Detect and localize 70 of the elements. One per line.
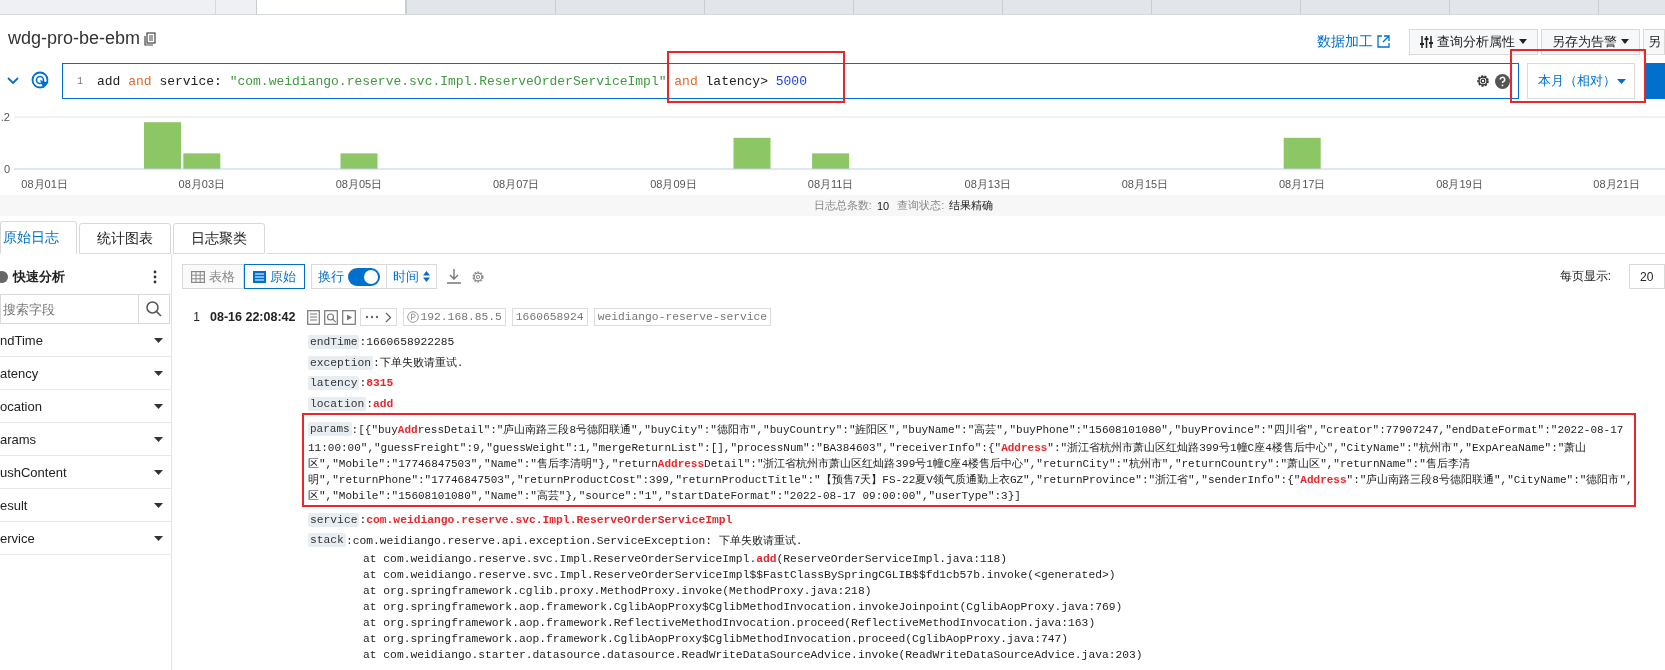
field-value: :com.weidiango.reserve.api.exception.ServiceException: 下单失败请重试. xyxy=(345,533,803,548)
view-button[interactable]: 表格 xyxy=(182,264,244,289)
axis-label: 08月03日 xyxy=(178,178,226,190)
axis-label: 08月07日 xyxy=(492,178,540,190)
page-size-field[interactable]: 20 xyxy=(1629,264,1665,289)
field-search-input[interactable]: 搜索字段 xyxy=(0,294,138,324)
axis-label: 08月09日 xyxy=(650,178,697,190)
field-item[interactable]: ocation xyxy=(0,398,42,414)
log-tag: weidiango-reserve-service xyxy=(593,308,772,326)
field-item[interactable]: ushContent xyxy=(0,464,67,480)
field-value: :8315 xyxy=(359,377,394,390)
axis-label: 08月11日 xyxy=(807,178,854,190)
header-button[interactable]: 另 xyxy=(1643,28,1665,55)
stack-trace-line: at org.springframework.aop.framework.CglibAopProxy$CglibMethodInvocation.invokeJoinpoint(CglibAopProxy.java:769) xyxy=(362,599,1124,615)
header-button[interactable]: 另存为告警 xyxy=(1541,28,1640,55)
field-value: 11:00:00","guessFreight":9,"guessWeight":1,"mergeReturnList":[],"processNum":"BA384603","receiverInfo":{"Address":"浙江省杭州市萧山区红灿路399号1幢C座4楼售后中心","CityName":"杭州市","ExpAreaName":"萧山 xyxy=(308,440,1588,456)
axis-label: 08月01日 xyxy=(21,178,68,190)
summary-value: 结果精确 xyxy=(949,198,994,213)
log-time: 08-16 22:08:42 xyxy=(210,310,296,324)
time-range-dropdown[interactable]: 本月（相对） xyxy=(1527,63,1635,99)
axis-label: 08月17日 xyxy=(1278,178,1326,190)
row-number: 1 xyxy=(192,310,200,324)
field-item[interactable]: esult xyxy=(0,497,28,513)
axis-label: 08月21日 xyxy=(1593,178,1640,190)
axis-label: .2 xyxy=(0,111,10,123)
field-item[interactable]: ervice xyxy=(0,530,35,546)
field-key: latency xyxy=(308,376,360,391)
field-item[interactable]: atency xyxy=(0,365,39,381)
result-tab[interactable]: 日志聚类 xyxy=(173,223,265,254)
field-value: 区","Mobile":"15608101080","Name":"高芸"},"source":"1","startDateFormat":"2022-08-17 09:00:00","userType":3}] xyxy=(308,488,1022,504)
panel-title: 快速分析 xyxy=(13,268,65,286)
data-processing-link[interactable]: 数据加工 xyxy=(1317,32,1373,51)
field-key: endTime xyxy=(308,335,360,350)
summary-label: 查询状态: xyxy=(897,198,945,213)
header-button[interactable]: 查询分析属性 xyxy=(1409,28,1538,55)
result-tab[interactable]: 原始日志 xyxy=(0,221,77,254)
summary-value: 10 xyxy=(876,199,890,212)
field-value: :1660658922285 xyxy=(359,336,455,349)
stack-trace-line: at com.weidiango.starter.datasource.datasource.ReadWriteDataSourceAdvice.invoke(ReadWriteDataSourceAdvice.java:203) xyxy=(362,647,1144,663)
axis-label: 0 xyxy=(3,163,10,175)
field-value: 明","returnPhone":"17746847503","returnProductCost":399,"returnProductTitle":"【预售7天】FS-22夏V领气质通勤上衣GZ","returnProvince":"浙江省","senderInfo":{"Address":"庐山南路三段8号德阳联通","CityName":"德阳市", xyxy=(308,472,1634,488)
field-key: params xyxy=(308,422,352,437)
field-value: :[{"buyAddressDetail":"庐山南路三段8号德阳联通","buyCity":"德阳市","buyCountry":"旌阳区","buyName":"高芸","buyPhone":"15608101080","buyProvince":"四川省","creator":77907247,"endDateFormat":"2022-08-17 xyxy=(351,422,1624,437)
log-tag: 1660658924 xyxy=(511,308,588,326)
axis-label: 08月13日 xyxy=(964,178,1012,190)
project-title: wdg-pro-be-ebm xyxy=(8,28,141,49)
stack-trace-line: at org.springframework.aop.framework.ReflectiveMethodInvocation.proceed(ReflectiveMethodInvocation.java:163) xyxy=(362,615,1097,631)
stack-trace-line: at com.weidiango.reserve.svc.Impl.ReserveOrderServiceImpl$$FastClassBySpringCGLIB$$fd1cb57b.invoke(<generated>) xyxy=(362,567,1117,583)
field-key: location xyxy=(308,396,367,411)
axis-label: 08月19日 xyxy=(1436,178,1483,190)
field-item[interactable]: arams xyxy=(0,431,37,447)
field-value: :下单失败请重试. xyxy=(373,356,464,371)
axis-label: 08月15日 xyxy=(1121,178,1169,190)
log-tag: 192.168.85.5 xyxy=(403,308,506,326)
stack-trace-line: at org.springframework.aop.framework.CglibAopProxy$CglibMethodInvocation.proceed(CglibAopProxy.java:747) xyxy=(362,631,1070,647)
field-value: 区","Mobile":"17746847503","Name":"售后李清明"},"returnAddressDetail":"浙江省杭州市萧山区红灿路399号1幢C座4楼售后中心","returnCity":"杭州市","returnCountry":"萧山区","returnName":"售后李清 xyxy=(308,456,1471,472)
result-tab[interactable]: 统计图表 xyxy=(79,223,171,254)
summary-label: 日志总条数: xyxy=(813,198,872,213)
view-button[interactable]: 原始 xyxy=(244,264,305,289)
query-field[interactable]: 1 add and service: "com.weidiango.reserve.svc.Impl.ReserveOrderServiceImpl" and latency> 5000 xyxy=(61,63,1520,99)
stack-trace-line: at org.springframework.cglib.proxy.MethodProxy.invoke(MethodProxy.java:218) xyxy=(362,583,873,599)
stack-trace-line: at com.weidiango.reserve.svc.Impl.ReserveOrderServiceImpl.add(ReserveOrderServiceImpl.java:118) xyxy=(362,551,1009,567)
field-item[interactable]: ndTime xyxy=(0,332,43,348)
field-key: stack xyxy=(308,533,346,548)
page-size-label: 每页显示: xyxy=(1559,268,1611,285)
field-value: :add xyxy=(366,397,394,410)
field-key: exception xyxy=(308,355,373,370)
field-value: :com.weidiango.reserve.svc.Impl.ReserveOrderServiceImpl xyxy=(359,513,733,526)
axis-label: 08月05日 xyxy=(335,178,383,190)
field-key: service xyxy=(308,512,360,527)
